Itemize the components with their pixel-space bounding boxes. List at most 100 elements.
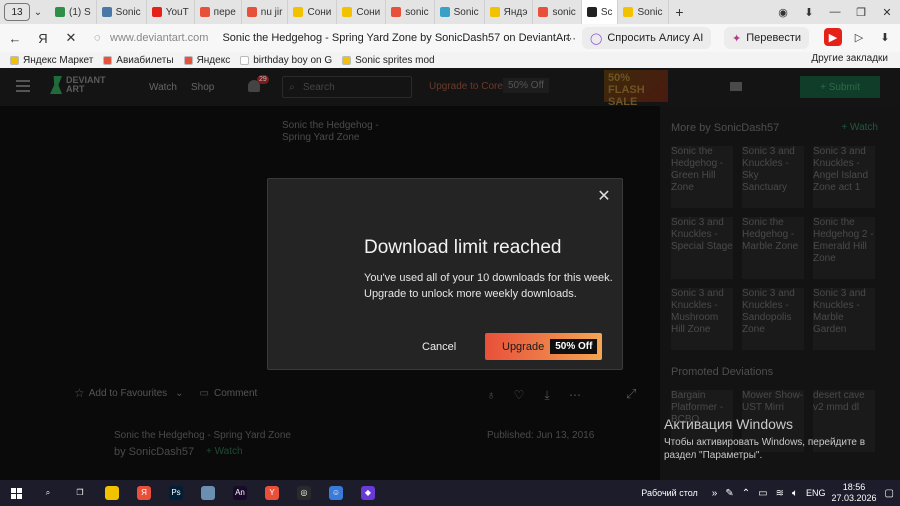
app2-icon[interactable]: ☺ <box>320 480 352 506</box>
browser-tab[interactable]: sonic <box>533 0 582 24</box>
tab-favicon-icon <box>151 7 162 17</box>
bookmark-item[interactable]: Sonic sprites mod <box>342 55 435 66</box>
add-favourites-button[interactable]: Add to Favourites <box>89 388 167 399</box>
deviation-thumbnail[interactable]: Sonic 3 and Knuckles - Angel Island Zone… <box>813 146 875 208</box>
deviation-author[interactable]: by SonicDash57 <box>114 446 194 458</box>
browser-tab[interactable]: (1) S <box>50 0 97 24</box>
upgrade-core-link[interactable]: Upgrade to Core <box>429 81 503 92</box>
media-icon[interactable]: ▷ <box>850 28 868 46</box>
notifications-icon[interactable]: ▢ <box>885 488 894 499</box>
tab-counter[interactable]: 13 <box>4 3 30 21</box>
sidebar-watch-button[interactable]: + Watch <box>841 122 878 133</box>
animate-icon[interactable]: An <box>224 480 256 506</box>
tab-favicon-icon <box>489 7 500 17</box>
comment-icon[interactable]: ▭ <box>200 388 209 399</box>
browser-tab[interactable]: Sonic <box>97 0 147 24</box>
mail-icon[interactable] <box>730 82 742 91</box>
new-tab-button[interactable]: + <box>669 4 691 20</box>
cancel-button[interactable]: Cancel <box>422 341 456 353</box>
chevron-down-icon[interactable]: ⌄ <box>30 7 46 18</box>
browser-tab[interactable]: Sonic <box>618 0 669 24</box>
taskbar-apps: ⌕ ❐ Я Ps An Y ◎ ☺ ◆ <box>32 480 384 506</box>
bookmark-item[interactable]: Авиабилеты <box>103 55 174 66</box>
volume-icon[interactable]: 🔈︎ <box>792 488 798 499</box>
youtube-extension-icon[interactable]: ▶ <box>824 28 842 46</box>
browser-tab[interactable]: sonic <box>386 0 435 24</box>
photoshop-icon[interactable]: Ps <box>160 480 192 506</box>
restore-button[interactable]: ❐ <box>848 6 874 19</box>
desktop-label[interactable]: Рабочий стол <box>641 488 698 498</box>
minimize-button[interactable]: — <box>822 6 848 18</box>
profile-icon[interactable]: ◉ <box>770 6 796 19</box>
tray-chevron-icon[interactable]: » <box>712 488 718 499</box>
app3-icon[interactable]: ◆ <box>352 480 384 506</box>
comment-button[interactable]: Comment <box>214 388 257 399</box>
more-icon[interactable]: ⋯ <box>565 32 576 45</box>
browser-tab[interactable]: Сони <box>288 0 338 24</box>
deviation-thumbnail[interactable]: Sonic 3 and Knuckles - Mushroom Hill Zon… <box>671 288 733 350</box>
artwork-image[interactable]: Sonic the Hedgehog - Spring Yard Zone <box>282 120 382 144</box>
submit-button[interactable]: + Submit <box>800 76 880 98</box>
browser-tab[interactable]: nu jir <box>242 0 289 24</box>
search-input[interactable]: ⌕ Search <box>282 76 412 98</box>
lock-icon[interactable]: ◌ <box>94 32 101 44</box>
tab-favicon-icon <box>246 7 257 17</box>
star-icon[interactable]: ☆ <box>74 386 85 400</box>
other-bookmarks[interactable]: Другие закладки <box>811 53 888 64</box>
yandex-home-icon[interactable]: Я <box>32 31 54 46</box>
ask-alice-button[interactable]: ◯ Спросить Алису AI <box>582 27 712 49</box>
browser-tab[interactable]: Sc <box>581 0 619 24</box>
network-icon[interactable]: ▭ <box>758 488 767 499</box>
bookmark-item[interactable]: birthday boy on G <box>240 55 332 66</box>
overflow-icon[interactable]: ⌃ <box>742 488 750 499</box>
expand-icon[interactable]: ⤢ <box>626 386 636 402</box>
deviation-thumbnail[interactable]: Sonic the Hedgehog - Marble Zone <box>742 217 804 279</box>
browser-tab[interactable]: пере <box>195 0 242 24</box>
bookmark-icon[interactable]: ⬇ <box>796 6 822 19</box>
flash-sale-banner[interactable]: 50% FLASH SALE <box>604 70 668 108</box>
watch-link[interactable]: Watch <box>149 82 177 93</box>
downloads-icon[interactable]: ⬇ <box>876 28 894 46</box>
wifi-icon[interactable]: ≋ <box>776 488 784 499</box>
pen-icon[interactable]: ✎ <box>725 488 733 499</box>
task-view-icon[interactable]: ❐ <box>64 480 96 506</box>
deviantart-logo[interactable]: DEVIANT ART <box>50 76 106 94</box>
start-button[interactable] <box>0 480 32 506</box>
deviation-thumbnail[interactable]: Sonic the Hedgehog 2 - Emerald Hill Zone <box>813 217 875 279</box>
browser-tab[interactable]: Яндэ <box>485 0 534 24</box>
bookmark-list: Яндекс Маркет Авиабилеты Яндекс birthday bo… <box>0 55 435 66</box>
app-icon[interactable] <box>192 480 224 506</box>
gift-icon[interactable]: ♡ <box>512 388 526 402</box>
back-button[interactable]: ← <box>4 31 26 46</box>
deviation-thumbnail[interactable]: Sonic 3 and Knuckles - Sandopolis Zone <box>742 288 804 350</box>
obs-icon[interactable]: ◎ <box>288 480 320 506</box>
file-explorer-icon[interactable] <box>96 480 128 506</box>
yandex-icon[interactable]: Я <box>128 480 160 506</box>
close-window-button[interactable]: ✕ <box>874 6 900 19</box>
stop-loading-icon[interactable]: ✕ <box>60 30 82 46</box>
deviation-thumbnail[interactable]: Sonic the Hedgehog - Green Hill Zone <box>671 146 733 208</box>
deviation-thumbnail[interactable]: Sonic 3 and Knuckles - Sky Sanctuary <box>742 146 804 208</box>
address-bar[interactable]: ◌ www.deviantart.com Sonic the Hedgehog … <box>92 26 576 50</box>
badge-icon[interactable]: ♁ <box>484 388 498 402</box>
upgrade-button[interactable]: Upgrade 50% Off <box>485 333 602 360</box>
deviation-thumbnail[interactable]: Sonic 3 and Knuckles - Marble Garden <box>813 288 875 350</box>
download-icon[interactable]: ⤓ <box>540 388 554 402</box>
author-watch-button[interactable]: + Watch <box>206 446 243 457</box>
shop-link[interactable]: Shop <box>191 82 214 93</box>
deviation-thumbnail[interactable]: Sonic 3 and Knuckles - Special Stage <box>671 217 733 279</box>
yandex-browser-icon[interactable]: Y <box>256 480 288 506</box>
browser-tab[interactable]: YouT <box>147 0 195 24</box>
menu-icon[interactable] <box>16 80 30 92</box>
bookmark-item[interactable]: Яндекс Маркет <box>10 55 93 66</box>
language-indicator[interactable]: ENG <box>806 488 826 498</box>
translate-button[interactable]: ✦ Перевести <box>724 27 809 49</box>
more-options-icon[interactable]: ⋯ <box>568 388 582 402</box>
browser-tab[interactable]: Сони <box>337 0 387 24</box>
chevron-down-icon[interactable]: ⌄ <box>175 388 183 399</box>
close-icon[interactable]: ✕ <box>596 189 612 205</box>
clock[interactable]: 18:56 27.03.2026 <box>832 482 877 504</box>
search-icon[interactable]: ⌕ <box>32 480 64 506</box>
browser-tab[interactable]: Sonic <box>435 0 485 24</box>
bookmark-item[interactable]: Яндекс <box>183 55 230 66</box>
